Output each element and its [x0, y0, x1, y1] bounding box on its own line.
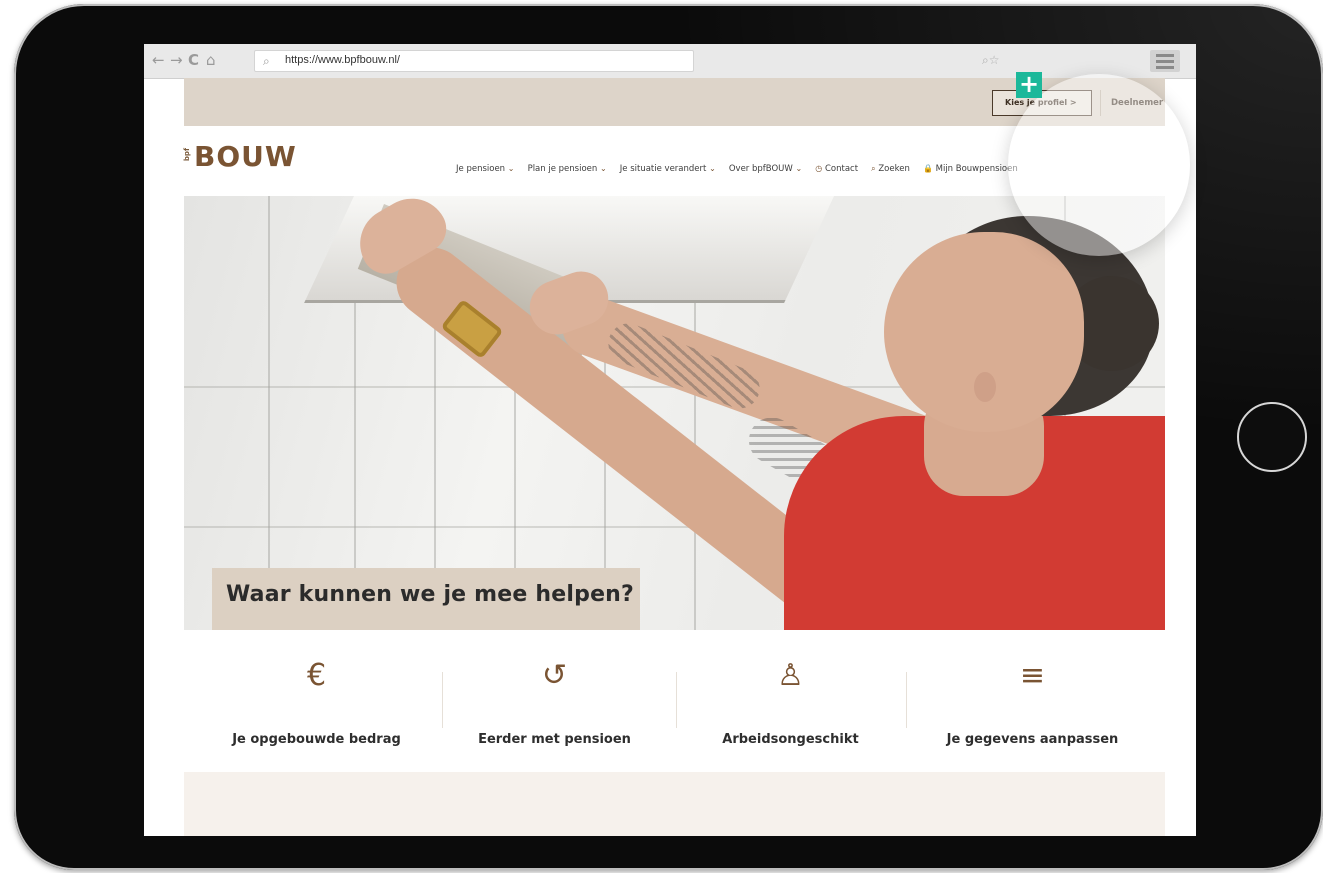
- quicklink-eerder-met-pensioen[interactable]: ↺ Eerder met pensioen: [432, 630, 677, 772]
- hero-title: Waar kunnen we je mee helpen?: [226, 582, 635, 607]
- plus-icon[interactable]: +: [1016, 72, 1042, 98]
- chevron-down-icon: ⌄: [507, 164, 515, 173]
- address-url: https://www.bpfbouw.nl/: [285, 54, 400, 66]
- chevron-down-icon: ⌄: [795, 164, 803, 173]
- search-icon: ⌕: [263, 54, 270, 68]
- browser-menu-icon[interactable]: [1150, 50, 1180, 72]
- reload-icon[interactable]: C: [188, 51, 199, 69]
- zoom-magnifier-circle: [1008, 74, 1190, 256]
- edit-list-icon: ≡: [1019, 658, 1046, 693]
- lock-icon: 🔒: [922, 164, 933, 173]
- logo-prefix: bpf: [183, 148, 191, 162]
- main-navigation: Je pensioen ⌄ Plan je pensioen ⌄ Je situ…: [456, 156, 1026, 174]
- page-bottom-band: [184, 772, 1165, 836]
- address-bar[interactable]: ⌕ https://www.bpfbouw.nl/: [254, 50, 694, 72]
- nav-plan-je-pensioen[interactable]: Plan je pensioen ⌄: [528, 164, 607, 174]
- nav-over-bpfbouw[interactable]: Over bpfBOUW ⌄: [729, 164, 802, 174]
- quicklink-label: Je gegevens aanpassen: [946, 732, 1119, 747]
- chevron-down-icon: ⌄: [599, 164, 607, 173]
- quicklink-label: Je opgebouwde bedrag: [232, 732, 401, 747]
- home-icon[interactable]: ⌂: [206, 51, 216, 69]
- nav-mijn-bouwpensioen[interactable]: 🔒 Mijn Bouwpensioen: [923, 164, 1018, 174]
- nav-contact[interactable]: ◷ Contact: [815, 164, 858, 174]
- euro-icon: €: [306, 658, 327, 693]
- quicklinks-panel: € Je opgebouwde bedrag ↺ Eerder met pens…: [184, 630, 1165, 772]
- nav-je-pensioen[interactable]: Je pensioen ⌄: [456, 164, 514, 174]
- forward-arrow-icon[interactable]: →: [170, 51, 183, 69]
- quicklink-label: Eerder met pensioen: [478, 732, 631, 747]
- history-icon: ↺: [541, 658, 568, 693]
- hero-title-box: Waar kunnen we je mee helpen?: [212, 568, 640, 630]
- quicklink-opgebouwde-bedrag[interactable]: € Je opgebouwde bedrag: [194, 630, 439, 772]
- tablet-home-button[interactable]: [1237, 402, 1307, 472]
- back-arrow-icon[interactable]: ←: [152, 51, 165, 69]
- search-icon: ⌕: [871, 164, 876, 173]
- zoom-star-icon[interactable]: ⌕☆: [982, 53, 999, 68]
- quicklink-arbeidsongeschikt[interactable]: ♙ Arbeidsongeschikt: [668, 630, 913, 772]
- clock-icon: ◷: [815, 164, 823, 173]
- person-bandage-icon: ♙: [777, 658, 804, 693]
- chevron-down-icon: ⌄: [709, 164, 716, 173]
- hero-image: Waar kunnen we je mee helpen?: [184, 196, 1165, 630]
- nav-zoeken[interactable]: ⌕ Zoeken: [871, 164, 910, 174]
- quicklink-label: Arbeidsongeschikt: [722, 732, 859, 747]
- site-logo[interactable]: BOUW: [194, 140, 297, 173]
- quicklink-gegevens-aanpassen[interactable]: ≡ Je gegevens aanpassen: [910, 630, 1155, 772]
- nav-je-situatie-verandert[interactable]: Je situatie verandert ⌄: [620, 164, 716, 174]
